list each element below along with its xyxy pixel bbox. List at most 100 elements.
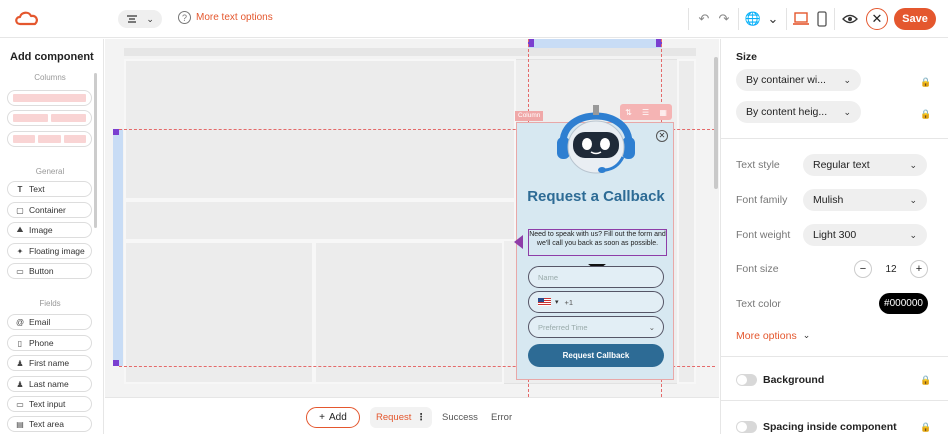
chevron-down-icon: ⌄ [909,159,917,170]
chevron-down-icon[interactable]: ⌄ [764,10,782,28]
help-icon: ? [178,11,191,24]
component-label: Floating image [29,246,85,256]
spacing-toggle[interactable] [736,421,757,433]
component-container[interactable]: ▢ Container [7,202,92,218]
background-toggle[interactable] [736,374,757,386]
component-label: Text area [29,419,64,429]
more-vertical-icon[interactable]: ⋮ [416,412,426,423]
component-email[interactable]: @ Email [7,314,92,330]
lock-icon[interactable]: 🔒 [920,77,931,88]
decrement-button[interactable]: − [854,260,872,278]
preferred-time-select[interactable]: Preferred Time ⌄ [528,316,664,338]
lock-icon[interactable]: 🔒 [920,422,931,433]
font-family-select[interactable]: Mulish ⌄ [803,189,927,211]
text-style-select[interactable]: Regular text ⌄ [803,154,927,176]
text-icon: T [17,184,23,194]
background-label: Background [763,374,825,386]
properties-panel: Size By container wi... ⌄ 🔒 By content he… [720,39,948,434]
lock-icon[interactable]: 🔒 [920,375,931,386]
grid-cell[interactable] [124,241,314,384]
close-button[interactable]: ✕ [866,8,888,30]
component-text-area[interactable]: ▤ Text area [7,416,92,432]
close-icon: ✕ [871,11,883,26]
component-first-name[interactable]: ♟ First name [7,355,92,371]
increment-button[interactable]: + [910,260,928,278]
select-value: Light 300 [813,229,857,241]
swap-icon[interactable]: ⇅ [625,108,632,117]
redo-icon[interactable]: ↷ [715,10,733,28]
component-label: Container [29,205,66,215]
button-icon: ▭ [16,266,24,276]
person-icon: ♟ [16,379,24,389]
component-phone[interactable]: ▯ Phone [7,335,92,351]
chevron-down-icon: ⌄ [843,106,851,117]
callback-form-card[interactable]: ⇅ ☰ ▦ ✕ Request a Callback Need to speak… [516,104,674,380]
component-label: Last name [29,379,69,389]
chevron-down-icon: ⌄ [146,13,154,24]
component-floating-image[interactable]: ✦ Floating image [7,243,92,259]
select-value: By container wi... [746,74,826,86]
component-button[interactable]: ▭ Button [7,263,92,279]
canvas-scrollbar[interactable] [714,57,718,189]
mobile-view-icon[interactable] [817,11,827,27]
component-text[interactable]: T Text [7,181,92,197]
component-last-name[interactable]: ♟ Last name [7,376,92,392]
tab-request[interactable]: Request ⋮ [370,407,432,428]
element-toolbar[interactable]: ⇅ ☰ ▦ [620,104,672,120]
request-callback-button[interactable]: Request Callback [528,344,664,367]
component-label: Button [29,266,54,276]
column-layout-2[interactable] [7,110,92,126]
phone-icon: ▯ [17,338,23,348]
more-text-options-label: More text options [196,12,273,23]
tab-error[interactable]: Error [485,407,518,428]
column-layout-3[interactable] [7,131,92,147]
size-heading: Size [736,51,758,63]
state-bar: + Add Request ⋮ Success Error [105,397,719,434]
text-style-label: Text style [736,159,780,171]
font-size-value[interactable]: 12 [885,264,896,275]
chevron-down-icon: ▾ [555,299,559,306]
select-value: Regular text [813,159,870,171]
layout-icon[interactable]: ▦ [659,108,667,117]
panel-title: Add component [10,51,94,63]
us-flag-icon [538,298,551,306]
component-image[interactable]: ⛰ Image [7,222,92,238]
name-input[interactable]: Name [528,266,664,288]
image-icon: ⛰ [16,225,24,234]
more-text-options-link[interactable]: ? More text options [178,11,273,24]
preview-eye-icon[interactable] [842,13,858,25]
close-icon[interactable]: ✕ [656,130,668,142]
text-color-swatch[interactable]: #000000 [879,293,928,314]
tab-success[interactable]: Success [436,407,484,428]
divider [688,8,689,30]
more-options-link[interactable]: More options ⌄ [736,330,810,342]
align-center-icon [127,15,138,23]
component-text-input[interactable]: ▭ Text input [7,396,92,412]
drag-handle-icon[interactable] [514,235,523,249]
align-icon[interactable]: ☰ [642,108,649,117]
grid-cell[interactable] [314,241,504,384]
lock-icon[interactable]: 🔒 [920,109,931,120]
phone-input[interactable]: ▾ +1 [528,291,664,313]
font-weight-select[interactable]: Light 300 ⌄ [803,224,927,246]
section-columns: Columns [34,73,66,82]
component-label: Phone [29,338,54,348]
globe-icon[interactable]: 🌐 [744,10,762,28]
column-selection-bar [528,39,662,48]
font-size-stepper[interactable]: − 12 + [854,258,928,280]
panel-scrollbar[interactable] [94,73,97,228]
width-mode-select[interactable]: By container wi... ⌄ [736,69,861,91]
save-button[interactable]: Save [894,8,936,30]
form-description[interactable]: Need to speak with us? Fill out the form… [528,229,667,256]
component-label: Text input [29,399,66,409]
grid-cell[interactable] [124,200,516,241]
select-value: By content heig... [746,106,828,118]
desktop-view-icon[interactable] [793,12,809,26]
undo-icon[interactable]: ↶ [695,10,713,28]
column-layout-1[interactable] [7,90,92,106]
text-align-dropdown[interactable]: ⌄ [118,10,162,28]
height-mode-select[interactable]: By content heig... ⌄ [736,101,861,123]
grid-cell[interactable] [677,59,696,384]
divider [786,8,787,30]
add-button[interactable]: + Add [306,407,360,428]
